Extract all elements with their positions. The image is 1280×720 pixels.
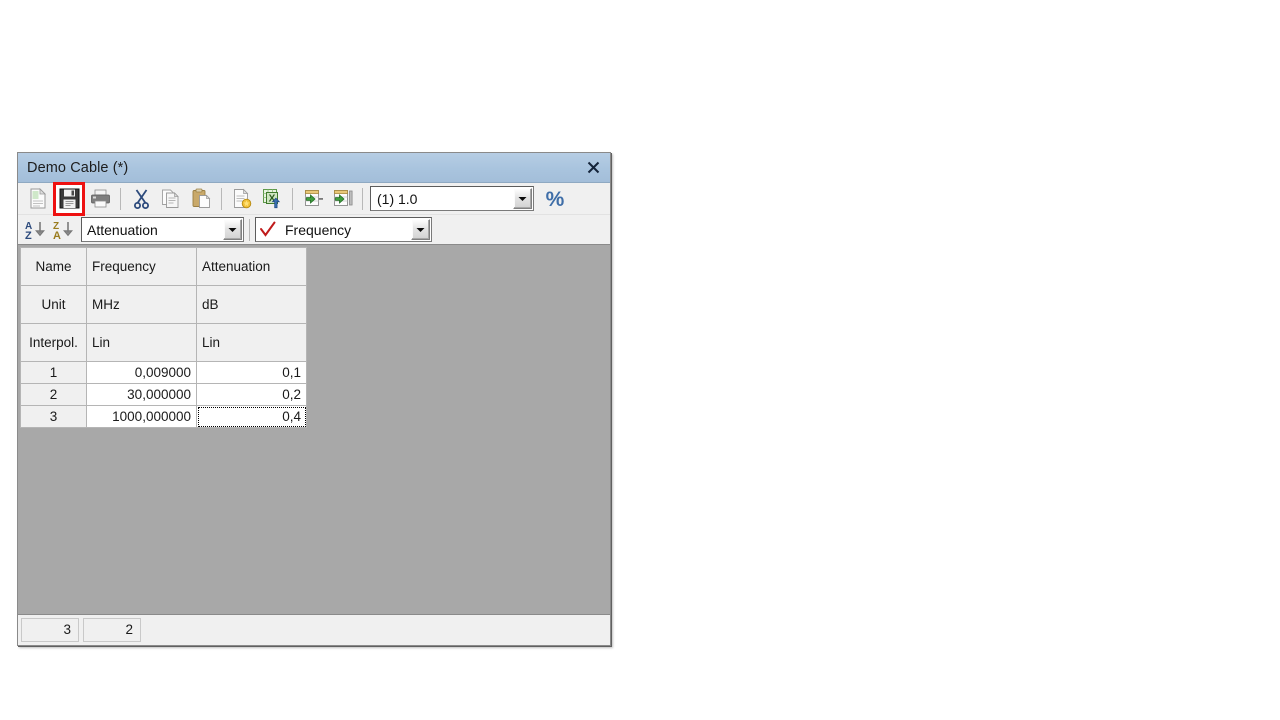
grid-area: Name Frequency Attenuation Unit MHz dB I… xyxy=(18,245,610,615)
toolbar-separator xyxy=(120,187,121,210)
grid-header-row-unit: Unit MHz dB xyxy=(20,285,307,324)
interpol-cell-attenuation[interactable]: Lin xyxy=(196,323,307,362)
axis-combo-text: Frequency xyxy=(285,221,352,238)
status-column-count: 2 xyxy=(83,617,141,642)
cut-icon[interactable] xyxy=(126,185,156,213)
row-index[interactable]: 3 xyxy=(20,405,87,428)
new-icon[interactable] xyxy=(23,185,53,213)
data-grid: Name Frequency Attenuation Unit MHz dB I… xyxy=(20,247,307,428)
interpol-cell-frequency[interactable]: Lin xyxy=(86,323,197,362)
svg-text:A: A xyxy=(53,230,61,241)
toolbar-separator xyxy=(362,187,363,210)
cell-attenuation-focused[interactable]: 0,4 xyxy=(196,405,307,428)
chevron-down-icon[interactable] xyxy=(223,219,242,240)
value-combo[interactable]: (1) 1.0 xyxy=(370,186,534,211)
grid-header-row-name: Name Frequency Attenuation xyxy=(20,247,307,286)
cell-frequency[interactable]: 30,000000 xyxy=(86,383,197,406)
paste-icon[interactable] xyxy=(186,185,216,213)
unit-cell-attenuation[interactable]: dB xyxy=(196,285,307,324)
title-bar[interactable]: Demo Cable (*) xyxy=(18,153,610,183)
header-label-name: Name xyxy=(20,247,87,286)
column-combo[interactable]: Attenuation xyxy=(81,217,244,242)
grid-header-row-interpol: Interpol. Lin Lin xyxy=(20,323,307,362)
cell-attenuation[interactable]: 0,2 xyxy=(196,383,307,406)
toolbar-secondary: A Z Z A Attenuation Frequency xyxy=(18,215,610,245)
sort-az-icon[interactable]: A Z xyxy=(22,217,50,243)
red-check-icon xyxy=(256,221,280,238)
row-index[interactable]: 2 xyxy=(20,383,87,406)
header-label-interpol: Interpol. xyxy=(20,323,87,362)
toolbar-primary: X (1) 1.0 % xyxy=(18,181,610,216)
excel-export-icon[interactable]: X xyxy=(257,185,287,213)
table-row: 3 1000,000000 0,4 xyxy=(20,405,307,428)
chevron-down-icon[interactable] xyxy=(513,188,532,209)
toolbar-separator xyxy=(292,187,293,210)
copy-icon[interactable] xyxy=(156,185,186,213)
percent-icon[interactable]: % xyxy=(540,188,570,210)
window-title: Demo Cable (*) xyxy=(27,159,129,176)
save-icon[interactable] xyxy=(53,181,85,216)
demo-cable-window: Demo Cable (*) X (1) 1.0 % A Z Z A Atten… xyxy=(17,152,611,646)
chevron-down-icon[interactable] xyxy=(411,219,430,240)
toolbar-separator xyxy=(221,187,222,210)
cell-attenuation[interactable]: 0,1 xyxy=(196,361,307,384)
print-icon[interactable] xyxy=(85,185,115,213)
column-combo-text: Attenuation xyxy=(87,221,158,238)
table-row: 1 0,009000 0,1 xyxy=(20,361,307,384)
svg-text:%: % xyxy=(546,188,565,210)
axis-combo[interactable]: Frequency xyxy=(255,217,432,242)
row-index[interactable]: 1 xyxy=(20,361,87,384)
table-row: 2 30,000000 0,2 xyxy=(20,383,307,406)
header-cell-frequency[interactable]: Frequency xyxy=(86,247,197,286)
unit-cell-frequency[interactable]: MHz xyxy=(86,285,197,324)
header-label-unit: Unit xyxy=(20,285,87,324)
close-icon[interactable] xyxy=(580,156,606,180)
insert-col-icon[interactable] xyxy=(328,185,358,213)
sort-za-icon[interactable]: Z A xyxy=(50,217,78,243)
insert-row-icon[interactable] xyxy=(298,185,328,213)
cell-frequency[interactable]: 1000,000000 xyxy=(86,405,197,428)
cell-frequency[interactable]: 0,009000 xyxy=(86,361,197,384)
header-cell-attenuation[interactable]: Attenuation xyxy=(196,247,307,286)
toolbar-separator xyxy=(249,218,250,241)
import-doc-icon[interactable] xyxy=(227,185,257,213)
value-combo-text: (1) 1.0 xyxy=(377,190,418,207)
svg-text:Z: Z xyxy=(25,230,32,241)
status-bar: 3 2 xyxy=(18,615,610,645)
status-row-count: 3 xyxy=(21,617,79,642)
